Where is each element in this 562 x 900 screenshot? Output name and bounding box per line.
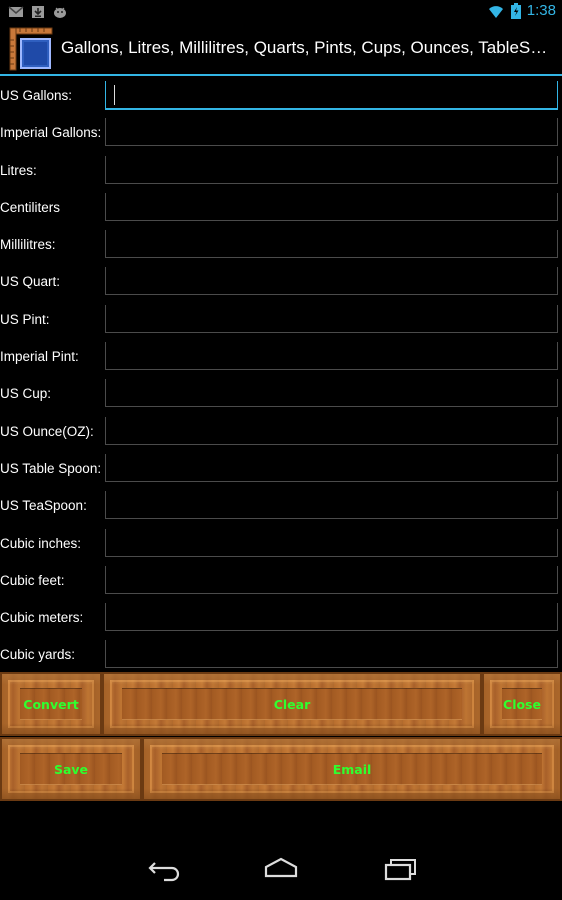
form-row: Millilitres: [0,226,562,263]
save-button-label: Save [53,761,89,777]
field-label: Cubic feet: [0,572,65,588]
android-icon [54,7,66,18]
form-row: US Gallons: [0,77,562,114]
form-row: US TeaSpoon: [0,487,562,524]
form-row: Cubic inches: [0,525,562,562]
convert-button[interactable]: Convert [0,672,102,736]
form-row: US Ounce(OZ): [0,413,562,450]
value-input[interactable] [105,267,558,296]
value-input[interactable] [105,453,558,482]
value-input[interactable] [105,304,558,333]
value-input[interactable] [105,81,558,110]
text-cursor [114,85,115,105]
value-input[interactable] [105,230,558,259]
field-label: US Pint: [0,311,50,327]
field-label: Centiliters [0,199,61,215]
save-button[interactable]: Save [0,737,142,801]
field-label: Imperial Gallons: [0,125,102,141]
recents-icon[interactable] [381,854,421,882]
form-row: Imperial Gallons: [0,114,562,151]
value-input[interactable] [105,603,558,632]
field-label: Litres: [0,162,37,178]
form-row: Centiliters [0,189,562,226]
field-label: US Gallons: [0,88,73,103]
wifi-icon [488,5,503,18]
clear-button-label: Clear [273,696,311,712]
field-label: Cubic yards: [0,647,76,663]
value-input[interactable] [105,379,558,408]
value-input[interactable] [105,565,558,594]
form-row: US Cup: [0,375,562,412]
field-label: Cubic meters: [0,610,84,626]
form-row: Litres: [0,152,562,189]
close-button[interactable]: Close [482,672,562,736]
field-label: US Ounce(OZ): [0,423,94,439]
value-input[interactable] [105,528,558,557]
field-label: US TeaSpoon: [0,498,87,514]
form-row: Cubic yards: [0,636,562,673]
battery-icon [510,2,521,19]
form-row: US Table Spoon: [0,450,562,487]
field-label: Imperial Pint: [0,349,79,365]
convert-button-label: Convert [23,696,79,712]
home-icon[interactable] [261,854,301,882]
gmail-icon [8,6,24,17]
conversion-form: US Gallons: Imperial Gallons: Litres: Centi… [0,77,562,674]
clear-button[interactable]: Clear [102,672,482,736]
status-bar: 1:38 [0,0,562,24]
field-label: US Cup: [0,386,52,402]
email-button-label: Email [332,761,372,777]
value-input[interactable] [105,416,558,445]
value-input[interactable] [105,118,558,147]
form-row: Cubic feet: [0,562,562,599]
value-input[interactable] [105,342,558,371]
navigation-bar [0,836,562,900]
value-input[interactable] [105,155,558,184]
form-row: US Pint: [0,301,562,338]
app-title: Gallons, Litres, Millilitres, Quarts, Pi… [61,38,556,57]
value-input[interactable] [105,640,558,669]
value-input[interactable] [105,491,558,520]
status-clock: 1:38 [526,2,556,19]
value-input[interactable] [105,192,558,221]
action-bar: Gallons, Litres, Millilitres, Quarts, Pi… [0,24,562,76]
field-label: US Quart: [0,274,61,290]
download-icon [32,6,44,18]
form-row: US Quart: [0,263,562,300]
email-button[interactable]: Email [142,737,562,801]
form-row: Imperial Pint: [0,338,562,375]
close-button-label: Close [503,696,541,712]
field-label: US Table Spoon: [0,460,102,476]
back-icon[interactable] [142,854,182,882]
app-icon[interactable] [8,26,54,72]
field-label: Millilitres: [0,237,56,253]
field-label: Cubic inches: [0,535,82,551]
form-row: Cubic meters: [0,599,562,636]
